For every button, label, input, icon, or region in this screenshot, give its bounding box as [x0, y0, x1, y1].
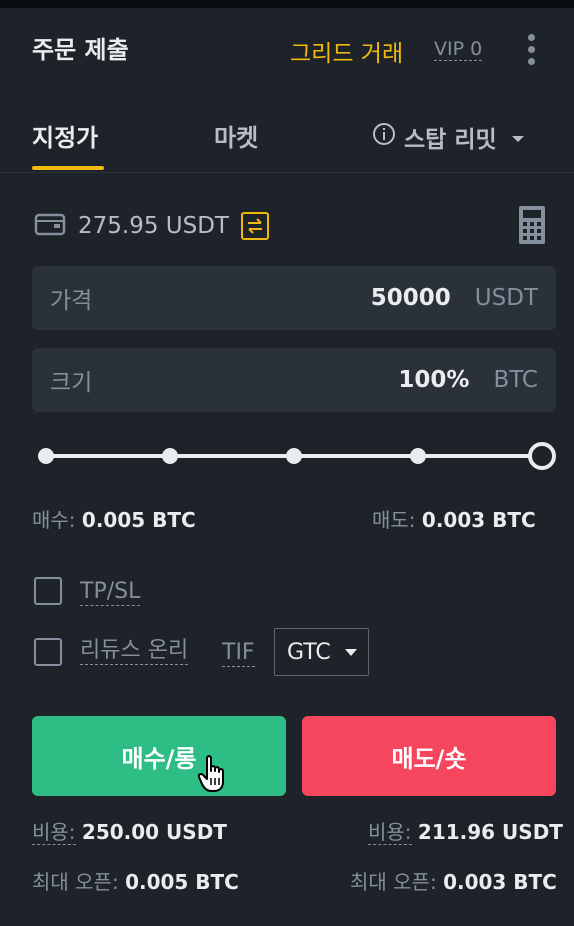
tab-market[interactable]: 마켓 [214, 118, 258, 153]
tab-stop-limit-label: 스탑 리밋 [404, 127, 497, 153]
price-unit: USDT [474, 285, 538, 311]
reduce-only-checkbox[interactable] [34, 638, 62, 666]
swap-icon[interactable] [240, 212, 269, 240]
sell-max-open-label: 최대 오픈: [350, 870, 437, 894]
buy-amount-value: 0.005 BTC [81, 508, 196, 532]
sell-max-open: 최대 오픈: 0.003 BTC [350, 866, 557, 895]
sell-amount: 매도: 0.003 BTC [372, 504, 536, 533]
sell-short-label: 매도/숏 [391, 744, 467, 773]
wallet-icon [34, 211, 66, 241]
slider-mark-0[interactable] [38, 448, 54, 464]
kebab-menu-icon[interactable] [526, 34, 536, 66]
sell-max-open-value: 0.003 BTC [443, 870, 557, 894]
sell-cost-value: 211.96 USDT [417, 820, 563, 844]
top-edge [0, 0, 574, 8]
page-title: 주문 제출 [32, 36, 129, 64]
size-value[interactable]: 100% [398, 367, 469, 393]
available-balance: 275.95 USDT [34, 206, 269, 246]
buy-cost-label[interactable]: 비용: [32, 820, 76, 845]
sell-amount-label: 매도: [372, 508, 416, 532]
size-unit: BTC [493, 367, 538, 393]
balance-amount: 275.95 USDT [78, 213, 229, 239]
slider-mark-25[interactable] [162, 448, 178, 464]
tab-stop-limit[interactable]: 스탑 리밋 [372, 120, 525, 154]
chevron-down-icon [344, 648, 357, 656]
sell-cost-label[interactable]: 비용: [368, 820, 412, 845]
tif-select-value: GTC [287, 639, 331, 665]
tab-limit[interactable]: 지정가 [32, 118, 98, 153]
buy-amount-label: 매수: [32, 508, 76, 532]
price-label: 가격 [50, 288, 93, 314]
price-input[interactable]: 가격 50000 USDT [32, 266, 556, 330]
sell-amount-value: 0.003 BTC [421, 508, 536, 532]
grid-trading-link[interactable]: 그리드 거래 [290, 34, 403, 68]
vip-level-link[interactable]: VIP 0 [434, 38, 483, 61]
tpsl-checkbox[interactable] [34, 577, 62, 605]
tpsl-label[interactable]: TP/SL [80, 579, 141, 606]
buy-max-open: 최대 오픈: 0.005 BTC [32, 866, 239, 895]
chevron-down-icon[interactable] [511, 124, 525, 150]
slider-mark-50[interactable] [286, 448, 302, 464]
reduce-only-label[interactable]: 리듀스 온리 [80, 638, 189, 665]
buy-max-open-label: 최대 오픈: [32, 870, 119, 894]
tab-divider [0, 172, 574, 173]
active-tab-indicator [32, 166, 104, 170]
slider-mark-75[interactable] [410, 448, 426, 464]
buy-amount: 매수: 0.005 BTC [32, 504, 196, 533]
size-label: 크기 [50, 370, 93, 396]
hand-cursor-icon [197, 754, 234, 798]
buy-cost: 비용: 250.00 USDT [32, 816, 227, 845]
price-value[interactable]: 50000 [371, 285, 451, 311]
size-input[interactable]: 크기 100% BTC [32, 348, 556, 412]
sell-short-button[interactable]: 매도/숏 [302, 716, 556, 796]
calculator-icon[interactable] [518, 205, 546, 245]
buy-max-open-value: 0.005 BTC [125, 870, 239, 894]
buy-long-label: 매수/롱 [121, 744, 197, 773]
info-icon[interactable] [372, 122, 396, 152]
tif-select[interactable]: GTC [274, 628, 369, 676]
sell-cost: 비용: 211.96 USDT [368, 816, 563, 845]
tif-label: TIF [222, 640, 255, 667]
buy-cost-value: 250.00 USDT [81, 820, 227, 844]
slider-handle[interactable] [528, 442, 556, 470]
buy-long-button[interactable]: 매수/롱 [32, 716, 286, 796]
